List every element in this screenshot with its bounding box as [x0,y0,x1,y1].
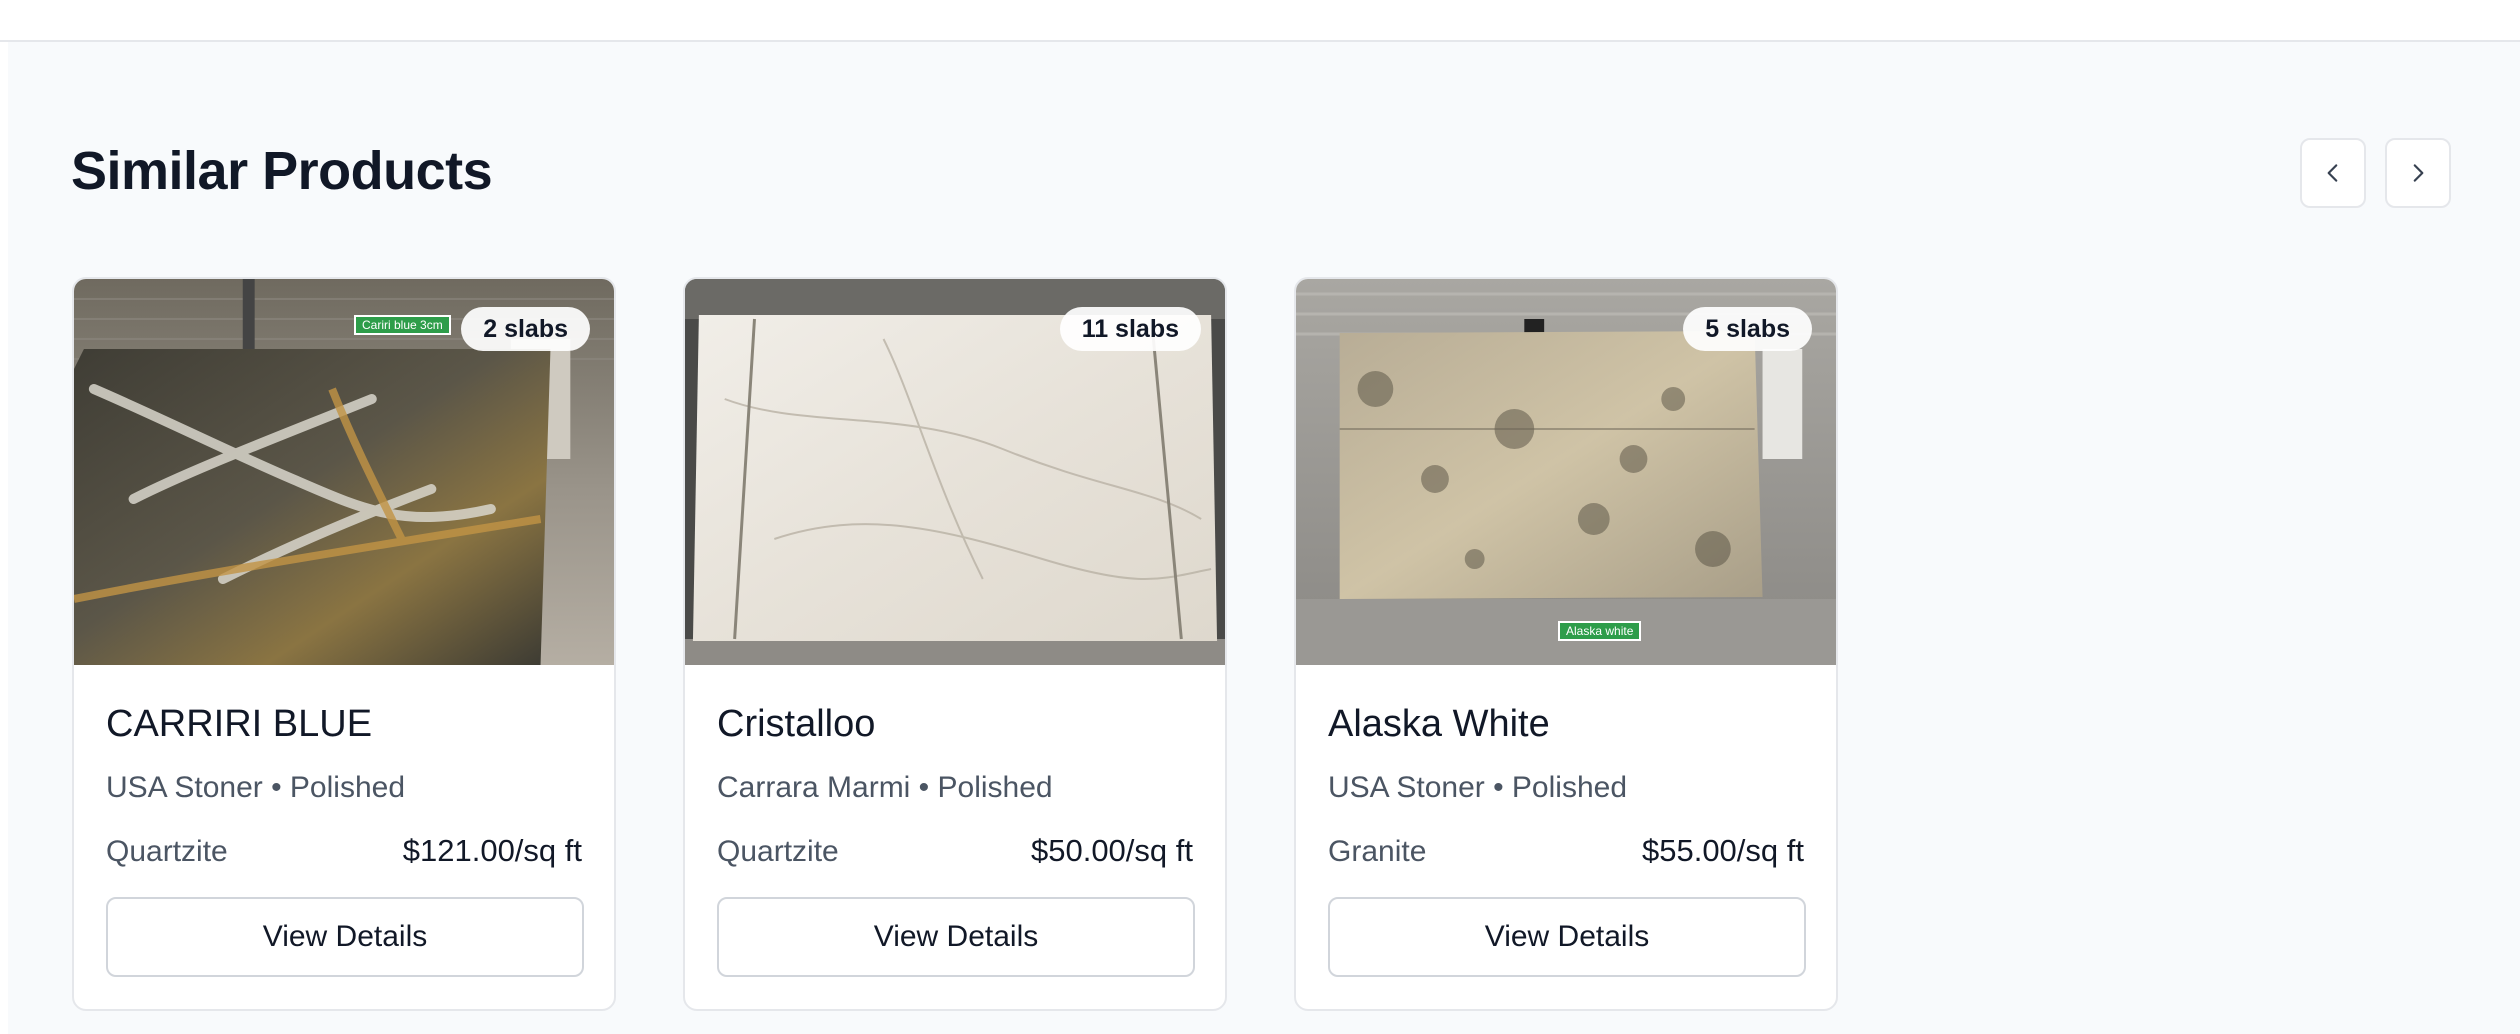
product-name[interactable]: Alaska White [1328,703,1550,746]
product-name[interactable]: CARRIRI BLUE [106,703,372,746]
price: $55.00/sq ft [1641,833,1804,868]
product-card[interactable]: Alaska white 5 slabs Alaska White USA St… [1294,277,1838,1011]
supplier-finish: Carrara Marmi • Polished [717,771,1053,804]
supplier-finish: USA Stoner • Polished [106,771,406,804]
product-image[interactable]: Cariri blue 3cm 2 slabs [74,279,614,665]
material-type: Quartzite [106,835,228,868]
price: $50.00/sq ft [1030,833,1193,868]
next-button[interactable] [2385,138,2451,208]
view-details-button[interactable]: View Details [1328,897,1806,977]
previous-button[interactable] [2300,138,2366,208]
supplier-finish: USA Stoner • Polished [1328,771,1628,804]
view-details-button[interactable]: View Details [106,897,584,977]
product-image[interactable]: Alaska white 5 slabs [1296,279,1836,665]
section-title: Similar Products [71,141,493,201]
top-bar [0,0,2520,42]
product-name[interactable]: Cristalloo [717,703,875,746]
chevron-left-icon [2327,164,2338,182]
product-image[interactable]: 11 slabs [685,279,1225,665]
product-card[interactable]: 11 slabs Cristalloo Carrara Marmi • Poli… [683,277,1227,1011]
material-type: Granite [1328,835,1427,868]
view-details-button[interactable]: View Details [717,897,1195,977]
image-label-tag: Alaska white [1558,621,1642,641]
slab-count-badge: 11 slabs [1059,307,1201,351]
product-card[interactable]: Cariri blue 3cm 2 slabs CARRIRI BLUE USA… [72,277,616,1011]
slab-count-badge: 5 slabs [1683,307,1812,351]
image-label-tag: Cariri blue 3cm [354,315,451,335]
chevron-right-icon [2413,164,2424,182]
material-type: Quartzite [717,835,839,868]
slab-count-badge: 2 slabs [461,307,590,351]
price: $121.00/sq ft [402,833,582,868]
